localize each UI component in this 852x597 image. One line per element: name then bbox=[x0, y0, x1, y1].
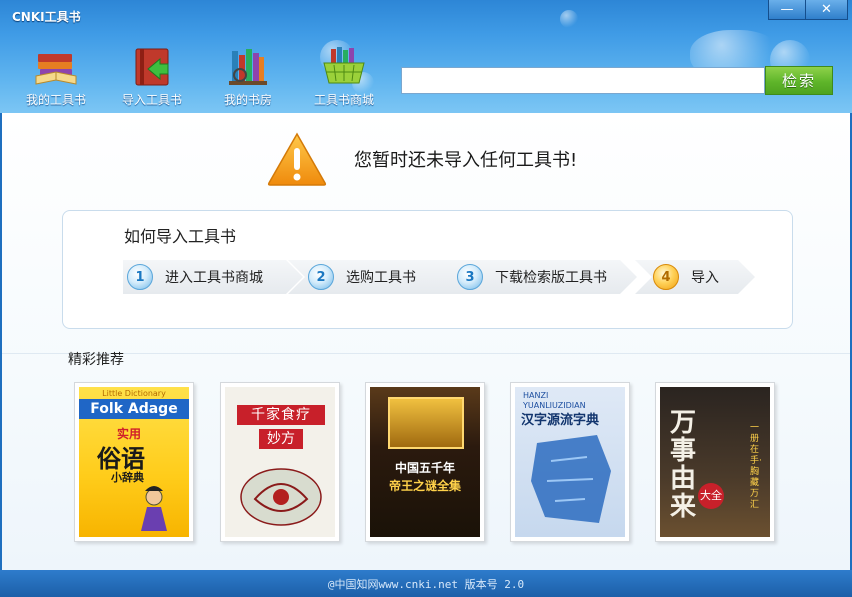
book-illustration-icon bbox=[240, 468, 322, 526]
nav-item-import-books[interactable]: 导入工具书 bbox=[104, 44, 200, 108]
nav-label: 我的工具书 bbox=[25, 93, 86, 107]
step-number: 1 bbox=[127, 264, 153, 290]
window-title: CNKI工具书 bbox=[12, 10, 81, 24]
decor-bubble bbox=[560, 10, 578, 28]
nav-label: 工具书商城 bbox=[313, 93, 374, 107]
step-item: 2 选购工具书 bbox=[288, 260, 466, 294]
close-icon: ✕ bbox=[821, 2, 832, 17]
book-cover-text: HANZI YUANLIUZIDIAN bbox=[523, 391, 586, 410]
book-card[interactable]: 中国五千年 帝王之谜全集 bbox=[365, 382, 485, 542]
recommend-title: 精彩推荐 bbox=[68, 352, 124, 368]
book-cover: 中国五千年 帝王之谜全集 bbox=[370, 387, 480, 537]
import-book-icon bbox=[129, 44, 175, 88]
minimize-icon: — bbox=[780, 2, 794, 17]
empty-notice-text: 您暂时还未导入任何工具书! bbox=[354, 150, 578, 171]
step-item: 3 下载检索版工具书 bbox=[437, 260, 637, 294]
book-cover: 万事由来 大全 一册在手·胸藏万汇 bbox=[660, 387, 770, 537]
step-number: 4 bbox=[653, 264, 679, 290]
warning-icon bbox=[267, 132, 327, 186]
nav-item-my-study[interactable]: 我的书房 bbox=[200, 44, 296, 108]
step-label: 选购工具书 bbox=[346, 270, 416, 286]
step-number: 3 bbox=[457, 264, 483, 290]
step-list: 1 进入工具书商城 2 选购工具书 3 下载检索版工具书 4 导入 bbox=[123, 260, 763, 294]
main-content: 您暂时还未导入任何工具书! 如何导入工具书 1 进入工具书商城 2 选购工具书 … bbox=[2, 113, 850, 570]
book-cover-text: Little Dictionary bbox=[102, 389, 166, 398]
step-label: 导入 bbox=[691, 270, 719, 286]
step-number: 2 bbox=[308, 264, 334, 290]
how-to-title: 如何导入工具书 bbox=[124, 227, 237, 246]
step-label: 进入工具书商城 bbox=[165, 270, 263, 286]
empty-notice: 您暂时还未导入任何工具书! bbox=[266, 131, 577, 187]
bookshelf-icon bbox=[225, 44, 271, 88]
section-divider bbox=[2, 353, 850, 354]
book-cover-text: Folk Adage bbox=[79, 399, 189, 419]
book-illustration-icon bbox=[531, 435, 611, 523]
main-nav: 我的工具书 导入工具书 我的书房 工具书商城 bbox=[8, 44, 392, 108]
search-button[interactable]: 检索 bbox=[765, 66, 833, 95]
shopping-basket-icon bbox=[321, 44, 367, 88]
book-card[interactable]: HANZI YUANLIUZIDIAN 汉字源流字典 bbox=[510, 382, 630, 542]
close-button[interactable]: ✕ bbox=[806, 0, 848, 20]
how-to-import-panel: 如何导入工具书 1 进入工具书商城 2 选购工具书 3 下载检索版工具书 4 导… bbox=[62, 210, 793, 329]
book-cover-image bbox=[388, 397, 464, 449]
book-cover-text: 帝王之谜全集 bbox=[388, 479, 461, 493]
footer-bar: @中国知网www.cnki.net 版本号 2.0 bbox=[0, 570, 852, 597]
open-books-icon bbox=[33, 44, 79, 88]
window-controls: — ✕ bbox=[768, 0, 848, 20]
book-card[interactable]: Little Dictionary Folk Adage 实用 俗语 小辞典 bbox=[74, 382, 194, 542]
book-cover-text: 一册在手·胸藏万汇 bbox=[750, 423, 762, 510]
minimize-button[interactable]: — bbox=[768, 0, 806, 20]
header-bar: CNKI工具书 — ✕ 我的工具书 导入工具书 我的书房 工具书商城 检索 bbox=[0, 0, 852, 113]
footer-version-text: @中国知网www.cnki.net 版本号 2.0 bbox=[327, 577, 525, 591]
step-item: 1 进入工具书商城 bbox=[123, 260, 303, 294]
book-card[interactable]: 万事由来 大全 一册在手·胸藏万汇 bbox=[655, 382, 775, 542]
book-cover-text: 千家食疗 bbox=[237, 405, 325, 425]
book-illustration-icon bbox=[141, 486, 167, 531]
nav-item-book-mall[interactable]: 工具书商城 bbox=[296, 44, 392, 108]
search-input[interactable] bbox=[401, 67, 765, 94]
book-cover: HANZI YUANLIUZIDIAN 汉字源流字典 bbox=[515, 387, 625, 537]
book-cover: 千家食疗 妙方 bbox=[225, 387, 335, 537]
book-cover-text: 汉字源流字典 bbox=[521, 413, 600, 428]
book-cover-text: 大全 bbox=[698, 483, 724, 509]
book-card[interactable]: 千家食疗 妙方 bbox=[220, 382, 340, 542]
book-cover-text: 妙方 bbox=[259, 429, 303, 449]
nav-item-my-books[interactable]: 我的工具书 bbox=[8, 44, 104, 108]
step-label: 下载检索版工具书 bbox=[495, 270, 607, 286]
nav-label: 导入工具书 bbox=[121, 93, 182, 107]
step-item: 4 导入 bbox=[635, 260, 755, 294]
book-cover-text: 中国五千年 bbox=[394, 461, 455, 475]
nav-label: 我的书房 bbox=[223, 93, 272, 107]
book-cover: Little Dictionary Folk Adage 实用 俗语 小辞典 bbox=[79, 387, 189, 537]
